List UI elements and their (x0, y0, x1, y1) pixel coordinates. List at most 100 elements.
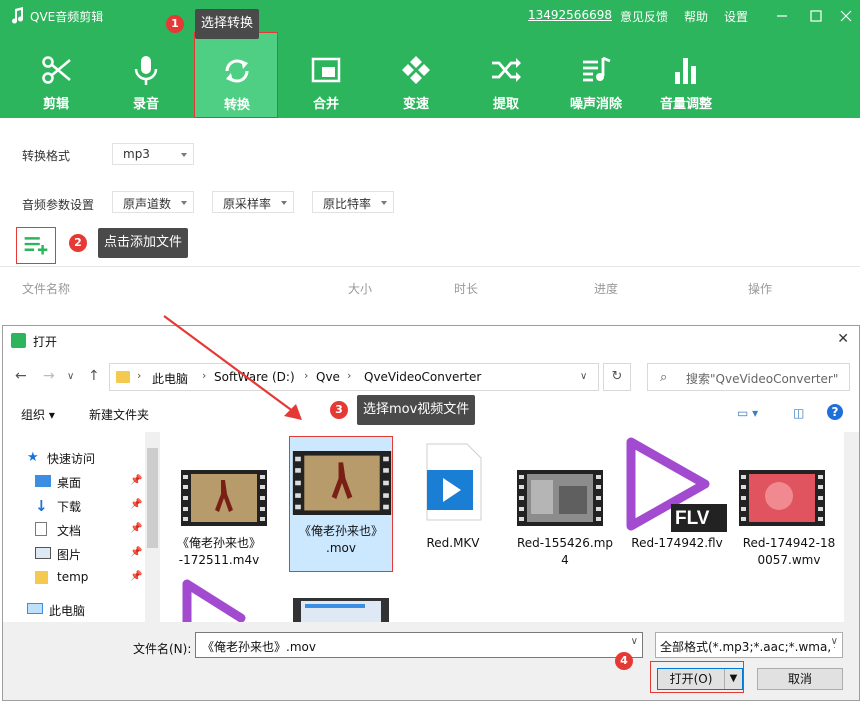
video-file-icon (517, 470, 603, 526)
forward-arrow-icon[interactable]: → (43, 368, 55, 384)
minimize-icon[interactable] (772, 6, 792, 26)
tool-denoise[interactable]: 噪声消除 (554, 32, 638, 118)
file-item[interactable]: Red.MKV (401, 436, 505, 572)
tool-volume[interactable]: 音量调整 (644, 32, 728, 118)
step-badge-3: 3 (330, 401, 348, 419)
tool-cut[interactable]: 剪辑 (14, 32, 98, 118)
file-type-filter[interactable]: 全部格式(*.mp3;*.aac;*.wma;* ∨ (655, 632, 843, 658)
nav-label: 图片 (57, 548, 82, 562)
settings-link[interactable]: 设置 (724, 8, 748, 25)
nav-item-downloads[interactable]: ↓ 下载 📌 (35, 497, 155, 518)
filename-input[interactable]: 《俺老孙来也》.mov ∨ (195, 632, 643, 658)
phone-link[interactable]: 13492566698 (528, 8, 612, 22)
nav-scrollbar[interactable] (145, 432, 160, 622)
channel-value: 原声道数 (123, 197, 172, 211)
main-toolbar: 剪辑 录音 转换 合并 变速 提取 噪声消除 音量调整 (0, 32, 860, 118)
navigation-pane: ★ 快速访问 桌面 📌 ↓ 下载 📌 文档 📌 图片 📌 temp 📌 此电脑 (3, 432, 161, 622)
dialog-titlebar: 打开 ✕ (3, 326, 859, 356)
new-folder-button[interactable]: 新建文件夹 (89, 406, 149, 423)
tool-merge[interactable]: 合并 (284, 32, 368, 118)
extract-icon (492, 58, 521, 82)
chevron-down-icon[interactable]: ∨ (580, 371, 587, 382)
open-button-highlight (650, 661, 744, 693)
video-file-icon (292, 451, 392, 515)
file-item[interactable]: Red-174942-18 0057.wmv (737, 436, 841, 572)
file-name: Red.MKV (426, 536, 480, 550)
volume-icon (675, 58, 696, 84)
col-duration: 时长 (454, 282, 479, 296)
params-label: 音频参数设置 (22, 198, 95, 212)
nav-item-desktop[interactable]: 桌面 📌 (35, 474, 155, 494)
tool-label: 转换 (223, 98, 250, 113)
file-scrollbar[interactable] (844, 432, 859, 622)
nav-item-pictures[interactable]: 图片 📌 (35, 546, 155, 566)
close-icon[interactable] (836, 6, 856, 26)
video-file-icon (293, 598, 389, 622)
flv-badge: FLV (675, 508, 710, 529)
desktop-icon (35, 475, 51, 487)
document-icon (35, 522, 47, 536)
file-item[interactable]: 《俺老孙来也》 -172511.m4v (167, 436, 271, 572)
microphone-icon (134, 56, 158, 85)
tool-label: 提取 (492, 97, 519, 112)
step-badge-1: 1 (166, 15, 184, 33)
recent-chevron-icon[interactable]: ∨ (67, 371, 74, 382)
divider (0, 266, 860, 267)
view-options-icon[interactable]: ▭ ▾ (737, 406, 758, 420)
video-file-icon (181, 470, 267, 526)
file-item[interactable]: Red-155426.mp 4 (513, 436, 617, 572)
open-file-dialog: 打开 ✕ ← → ∨ ↑ › 此电脑 › SoftWare (D:) › Qve… (2, 325, 860, 701)
nav-item-temp[interactable]: temp 📌 (35, 570, 155, 590)
app-window: QVE音频剪辑 13492566698 意见反馈 帮助 设置 剪辑 录音 转换 … (0, 0, 860, 701)
help-icon[interactable]: ? (827, 404, 843, 420)
help-link[interactable]: 帮助 (684, 8, 708, 25)
bitrate-select[interactable]: 原比特率 (312, 191, 394, 213)
organize-button[interactable]: 组织 ▾ (21, 406, 55, 423)
format-label: 转换格式 (22, 149, 71, 163)
back-arrow-icon[interactable]: ← (15, 368, 27, 384)
nav-item-this-pc[interactable]: 此电脑 (27, 602, 147, 622)
preview-pane-icon[interactable]: ◫ (793, 406, 804, 420)
channel-select[interactable]: 原声道数 (112, 191, 194, 213)
music-note-icon (12, 7, 24, 24)
file-item[interactable]: FLV Red-174942.flv (625, 436, 729, 572)
tool-extract[interactable]: 提取 (464, 32, 548, 118)
nav-label: temp (57, 570, 89, 584)
up-arrow-icon[interactable]: ↑ (88, 368, 100, 384)
filename-value: 《俺老孙来也》.mov (202, 640, 316, 654)
file-name: 《俺老孙来也》 .mov (298, 524, 383, 555)
feedback-link[interactable]: 意见反馈 (620, 8, 668, 25)
step-badge-2: 2 (69, 234, 87, 252)
tool-convert[interactable]: 转换 (194, 32, 278, 118)
maximize-icon[interactable] (806, 6, 826, 26)
nav-label: 文档 (57, 524, 82, 538)
nav-label: 此电脑 (49, 604, 86, 618)
navigation-row: ← → ∨ ↑ › 此电脑 › SoftWare (D:) › Qve › Qv… (3, 358, 859, 396)
tool-speed[interactable]: 变速 (374, 32, 458, 118)
step-badge-4: 4 (615, 652, 633, 670)
breadcrumb-qve[interactable]: Qve (316, 370, 340, 384)
col-size: 大小 (348, 282, 373, 296)
samplerate-select[interactable]: 原采样率 (212, 191, 294, 213)
nav-label: 桌面 (57, 476, 82, 490)
chevron-down-icon[interactable]: ∨ (631, 636, 638, 647)
add-file-button[interactable] (16, 227, 56, 264)
tool-record[interactable]: 录音 (104, 32, 188, 118)
cancel-button[interactable]: 取消 (757, 668, 843, 690)
format-select[interactable]: mp3 (112, 143, 194, 165)
scroll-thumb[interactable] (147, 448, 158, 548)
refresh-icon[interactable]: ↻ (603, 363, 631, 391)
nav-item-documents[interactable]: 文档 📌 (35, 522, 155, 542)
breadcrumb-folder[interactable]: QveVideoConverter (364, 370, 481, 384)
file-item-selected[interactable]: 《俺老孙来也》 .mov (289, 436, 393, 572)
search-input[interactable]: ⌕ 搜索"QveVideoConverter" (647, 363, 850, 391)
organize-label: 组织 (21, 408, 46, 422)
search-icon: ⌕ (660, 370, 668, 385)
filename-label: 文件名(N): (133, 642, 192, 656)
tool-label: 合并 (312, 97, 339, 112)
pictures-icon (35, 547, 51, 559)
close-icon[interactable]: ✕ (837, 331, 849, 347)
col-filename: 文件名称 (22, 282, 71, 296)
download-icon: ↓ (35, 497, 48, 515)
file-name: Red-155426.mp 4 (516, 536, 614, 567)
